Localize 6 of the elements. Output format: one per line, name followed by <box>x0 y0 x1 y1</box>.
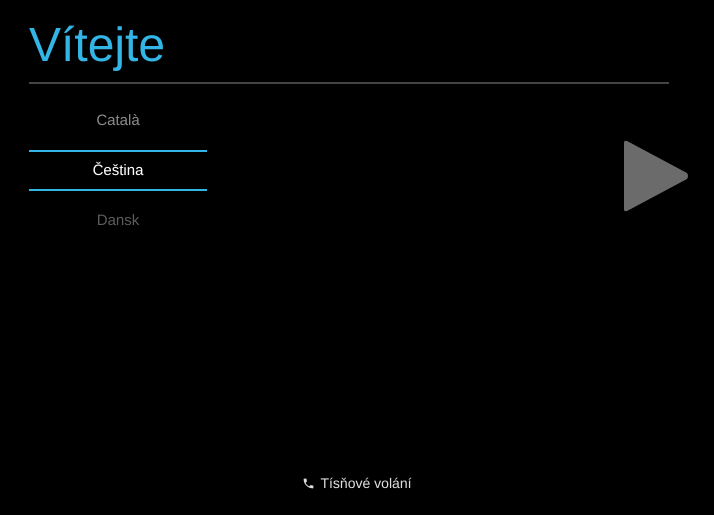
emergency-call-button[interactable]: Tísňové volání <box>298 471 416 495</box>
language-option[interactable]: Català <box>29 101 207 140</box>
language-option[interactable]: Čeština <box>29 150 207 191</box>
phone-icon <box>302 476 316 490</box>
next-arrow-icon[interactable] <box>623 140 689 212</box>
welcome-title: Vítejte <box>29 18 166 74</box>
